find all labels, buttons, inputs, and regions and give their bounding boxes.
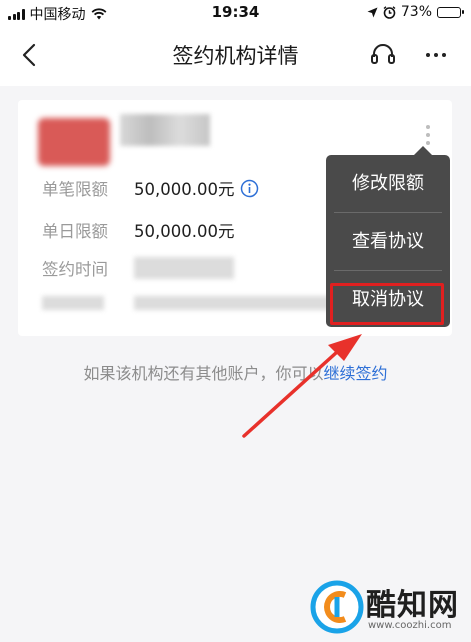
sign-time-label: 签约时间 <box>42 260 108 279</box>
status-bar: 中国移动 19:34 73% <box>0 0 471 26</box>
hint-text: 如果该机构还有其他账户，你可以 <box>83 364 324 383</box>
location-icon <box>367 7 378 17</box>
battery-percent: 73% <box>400 4 432 20</box>
row-sign-time: 签约时间 <box>42 256 234 280</box>
page-title: 签约机构详情 <box>172 44 299 68</box>
info-icon[interactable] <box>240 179 259 198</box>
nav-bar: 签约机构详情 <box>0 26 471 86</box>
continue-sign-link[interactable]: 继续签约 <box>324 364 388 383</box>
row-single-limit: 单笔限额 50,000.00元 <box>42 176 259 200</box>
menu-item-view-agreement[interactable]: 查看协议 <box>326 213 450 270</box>
action-menu: 修改限额 查看协议 取消协议 <box>326 146 450 327</box>
watermark-text: 酷知网 <box>366 588 459 623</box>
row-daily-limit: 单日限额 50,000.00元 <box>42 218 234 242</box>
institution-name <box>120 114 210 146</box>
daily-limit-label: 单日限额 <box>42 222 108 241</box>
single-limit-label: 单笔限额 <box>42 180 108 199</box>
battery-icon <box>437 6 464 18</box>
alarm-icon <box>383 5 396 19</box>
daily-limit-value: 50,000.00元 <box>134 222 235 241</box>
watermark: 酷知网 www.coozhi.com <box>308 576 466 638</box>
highlight-box <box>330 283 444 325</box>
status-right: 73% <box>367 4 464 20</box>
single-limit-value: 50,000.00元 <box>134 180 235 199</box>
more-options-button[interactable] <box>421 40 451 70</box>
watermark-logo-icon <box>310 580 364 634</box>
institution-logo <box>38 118 110 166</box>
watermark-url: www.coozhi.com <box>368 620 452 631</box>
account-value <box>134 296 334 310</box>
sign-time-value <box>134 257 234 279</box>
card-more-icon[interactable] <box>423 122 433 148</box>
hint-line: 如果该机构还有其他账户，你可以继续签约 <box>0 360 471 384</box>
menu-item-modify-limit[interactable]: 修改限额 <box>326 155 450 212</box>
account-label <box>42 296 104 310</box>
customer-service-button[interactable] <box>368 40 398 70</box>
row-account <box>42 296 334 310</box>
